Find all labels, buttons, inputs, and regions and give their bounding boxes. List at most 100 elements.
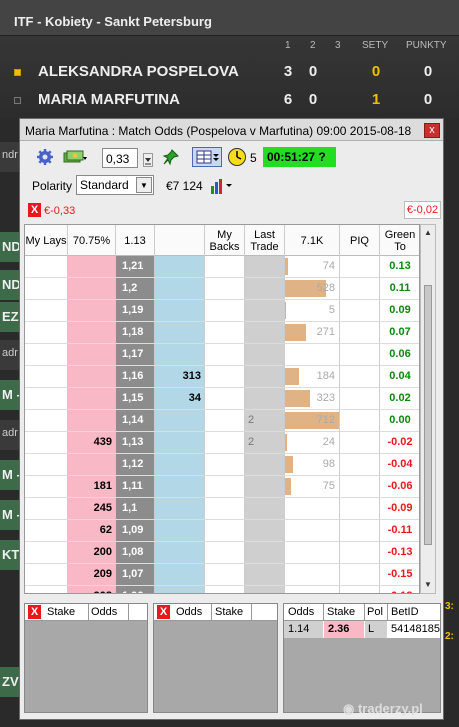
set2-header: 2 bbox=[310, 40, 316, 51]
my-lay-cell[interactable] bbox=[25, 322, 68, 344]
my-back-cell[interactable] bbox=[205, 300, 245, 322]
ladder-view-button[interactable] bbox=[192, 147, 222, 167]
my-back-cell[interactable] bbox=[205, 476, 245, 498]
my-back-cell[interactable] bbox=[205, 520, 245, 542]
my-lay-cell[interactable] bbox=[25, 498, 68, 520]
cancel-backs-button[interactable]: X bbox=[157, 605, 170, 619]
my-back-cell[interactable] bbox=[205, 542, 245, 564]
my-lay-cell[interactable] bbox=[25, 278, 68, 300]
scroll-thumb[interactable] bbox=[424, 285, 432, 545]
my-back-cell[interactable] bbox=[205, 366, 245, 388]
my-lay-cell[interactable] bbox=[25, 344, 68, 366]
set1-header: 1 bbox=[285, 40, 291, 51]
clear-pl-button[interactable]: X bbox=[28, 203, 41, 217]
bar-chart-dropdown-icon[interactable] bbox=[210, 177, 234, 195]
my-lay-cell[interactable] bbox=[25, 256, 68, 278]
lay-amount-cell[interactable] bbox=[68, 300, 116, 322]
back-amount-cell[interactable] bbox=[155, 344, 205, 366]
volume-bar bbox=[285, 368, 299, 385]
volume-cell: 5 bbox=[285, 300, 340, 322]
back-amount-cell[interactable] bbox=[155, 322, 205, 344]
my-back-cell[interactable] bbox=[205, 498, 245, 520]
cancel-lays-button[interactable]: X bbox=[28, 605, 41, 619]
lay-amount-cell[interactable] bbox=[68, 454, 116, 476]
my-back-cell[interactable] bbox=[205, 432, 245, 454]
back-amount-cell[interactable] bbox=[155, 256, 205, 278]
my-back-cell[interactable] bbox=[205, 586, 245, 593]
my-back-cell[interactable] bbox=[205, 564, 245, 586]
my-lay-cell[interactable] bbox=[25, 520, 68, 542]
back-amount-cell[interactable] bbox=[155, 300, 205, 322]
set3-header: 3 bbox=[335, 40, 341, 51]
lay-amount-cell[interactable] bbox=[68, 366, 116, 388]
back-amount-cell[interactable] bbox=[155, 498, 205, 520]
back-amount-cell[interactable] bbox=[155, 542, 205, 564]
money-stack-icon[interactable] bbox=[62, 148, 88, 166]
my-back-cell[interactable] bbox=[205, 344, 245, 366]
lay-amount-cell[interactable]: 200 bbox=[68, 542, 116, 564]
my-back-cell[interactable] bbox=[205, 278, 245, 300]
lay-amount-cell[interactable] bbox=[68, 344, 116, 366]
my-lay-cell[interactable] bbox=[25, 388, 68, 410]
matched-bet-row[interactable]: 1.14 2.36 L 54148185 bbox=[284, 621, 440, 638]
header-my-backs[interactable]: My Backs bbox=[205, 225, 245, 256]
window-titlebar[interactable]: Maria Marfutina : Match Odds (Pospelova … bbox=[20, 119, 443, 141]
green-to-cell: -0.06 bbox=[380, 476, 419, 498]
my-lay-cell[interactable] bbox=[25, 454, 68, 476]
back-amount-cell[interactable] bbox=[155, 476, 205, 498]
my-lay-cell[interactable] bbox=[25, 564, 68, 586]
lay-amount-cell[interactable]: 908 bbox=[68, 586, 116, 593]
my-lay-cell[interactable] bbox=[25, 366, 68, 388]
my-lay-cell[interactable] bbox=[25, 476, 68, 498]
my-lay-cell[interactable] bbox=[25, 300, 68, 322]
back-amount-cell[interactable] bbox=[155, 586, 205, 593]
back-amount-cell[interactable] bbox=[155, 432, 205, 454]
back-amount-cell[interactable] bbox=[155, 564, 205, 586]
polarity-select[interactable]: Standard ▼ bbox=[76, 175, 154, 195]
my-lay-cell[interactable] bbox=[25, 410, 68, 432]
pin-icon[interactable] bbox=[162, 148, 180, 166]
lay-amount-cell[interactable]: 209 bbox=[68, 564, 116, 586]
lay-amount-cell[interactable] bbox=[68, 278, 116, 300]
my-lay-cell[interactable] bbox=[25, 586, 68, 593]
volume-cell bbox=[285, 498, 340, 520]
stake-dropdown-icon[interactable] bbox=[143, 153, 153, 167]
volume-cell: 528 bbox=[285, 278, 340, 300]
back-amount-cell[interactable] bbox=[155, 410, 205, 432]
back-amount-cell[interactable] bbox=[155, 454, 205, 476]
volume-bar bbox=[285, 302, 286, 319]
my-lay-cell[interactable] bbox=[25, 542, 68, 564]
green-to-cell: 0.09 bbox=[380, 300, 419, 322]
back-orders-odds-header: Odds bbox=[176, 606, 203, 618]
piq-cell bbox=[340, 256, 380, 278]
back-amount-cell[interactable] bbox=[155, 520, 205, 542]
stake-input[interactable]: 0,33 bbox=[102, 148, 138, 168]
my-back-cell[interactable] bbox=[205, 256, 245, 278]
lay-amount-cell[interactable] bbox=[68, 322, 116, 344]
my-back-cell[interactable] bbox=[205, 388, 245, 410]
piq-column bbox=[340, 256, 380, 593]
my-back-cell[interactable] bbox=[205, 454, 245, 476]
lay-amount-cell[interactable] bbox=[68, 410, 116, 432]
lay-amount-cell[interactable]: 181 bbox=[68, 476, 116, 498]
close-button[interactable]: x bbox=[424, 123, 440, 138]
lay-amount-cell[interactable] bbox=[68, 256, 116, 278]
lay-amount-cell[interactable]: 62 bbox=[68, 520, 116, 542]
volume-cell: 98 bbox=[285, 454, 340, 476]
lay-amount-cell[interactable]: 439 bbox=[68, 432, 116, 454]
my-back-cell[interactable] bbox=[205, 322, 245, 344]
lay-amount-cell[interactable]: 245 bbox=[68, 498, 116, 520]
scroll-up-icon[interactable]: ▲ bbox=[422, 226, 434, 240]
back-amount-cell[interactable] bbox=[155, 278, 205, 300]
my-lay-cell[interactable] bbox=[25, 432, 68, 454]
settings-gear-icon[interactable] bbox=[36, 148, 54, 166]
my-back-cell[interactable] bbox=[205, 410, 245, 432]
lay-amount-cell[interactable] bbox=[68, 388, 116, 410]
clock-icon[interactable] bbox=[227, 147, 247, 167]
back-amount-cell[interactable]: 34 bbox=[155, 388, 205, 410]
volume-cell bbox=[285, 344, 340, 366]
scroll-down-icon[interactable]: ▼ bbox=[422, 578, 434, 592]
ladder-scrollbar[interactable]: ▲ ▼ bbox=[420, 224, 436, 594]
back-amount-cell[interactable]: 313 bbox=[155, 366, 205, 388]
header-my-lays[interactable]: My Lays bbox=[25, 225, 68, 256]
